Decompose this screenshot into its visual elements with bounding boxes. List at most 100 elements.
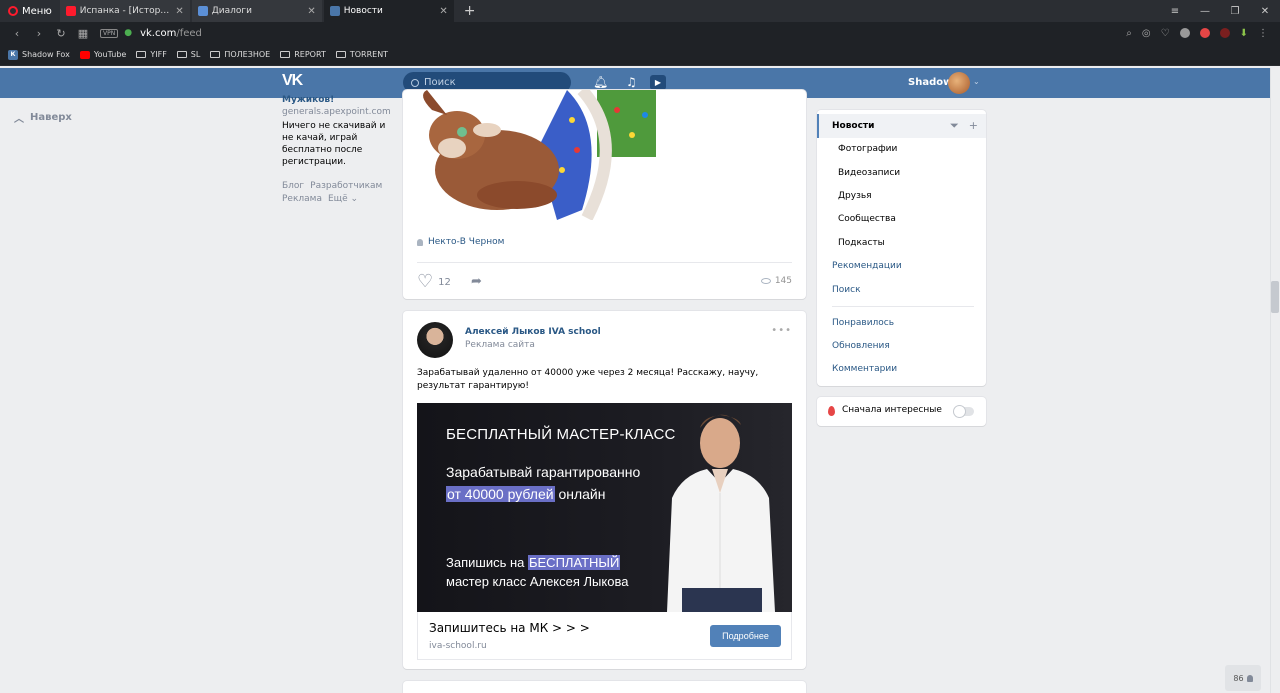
- vk-logo[interactable]: VK: [282, 72, 308, 94]
- interesting-first-toggle[interactable]: [954, 406, 974, 417]
- chevron-up-icon: ︿: [14, 114, 24, 125]
- post-author-link[interactable]: Некто-В Черном: [417, 237, 504, 247]
- bell-icon[interactable]: 🔔︎: [593, 75, 608, 89]
- tab-dialogs[interactable]: Диалоги ✕: [191, 0, 322, 22]
- menu-item-updates[interactable]: Обновления: [817, 334, 986, 358]
- speed-dial-icon[interactable]: ▦: [72, 27, 94, 40]
- menu-item-communities[interactable]: Сообщества: [817, 207, 986, 231]
- ad-title: Мужиков!: [282, 95, 335, 105]
- menu-dots-icon[interactable]: ⋮: [1258, 28, 1268, 39]
- banner-highlight: от 40000 рублей: [446, 486, 555, 502]
- bookmark-label: YouTube: [93, 50, 127, 59]
- vk-icon: К: [8, 49, 18, 60]
- post-image[interactable]: [417, 90, 656, 220]
- menu-item-videos[interactable]: Видеозаписи: [817, 161, 986, 185]
- download-icon[interactable]: ⬇: [1240, 28, 1248, 39]
- tab-news[interactable]: Новости ✕: [323, 0, 454, 22]
- search-icon[interactable]: ⌕: [1126, 28, 1132, 39]
- close-tab-icon[interactable]: ✕: [307, 6, 315, 17]
- restore-icon[interactable]: ❐: [1220, 6, 1250, 17]
- menu-item-recommendations[interactable]: Рекомендации: [817, 254, 986, 278]
- chevron-down-icon[interactable]: ⌄: [973, 77, 980, 86]
- search-input[interactable]: [424, 77, 554, 88]
- music-icon[interactable]: ♫: [626, 75, 637, 89]
- tab-title: Диалоги: [211, 6, 252, 16]
- menu-item-search[interactable]: Поиск: [817, 278, 986, 302]
- menu-item-podcasts[interactable]: Подкасты: [817, 231, 986, 255]
- add-icon[interactable]: +: [969, 114, 978, 138]
- shield-extension-icon[interactable]: [1219, 28, 1230, 38]
- bookmark-report[interactable]: REPORT: [280, 50, 326, 59]
- minimize-icon[interactable]: —: [1190, 6, 1220, 17]
- bookmark-heart-icon[interactable]: ♡: [1161, 28, 1170, 39]
- menu-item-photos[interactable]: Фотографии: [817, 137, 986, 161]
- bookmark-label: SL: [190, 50, 201, 59]
- avatar[interactable]: [948, 72, 970, 94]
- close-tab-icon[interactable]: ✕: [175, 6, 183, 17]
- new-tab-button[interactable]: +: [456, 3, 484, 19]
- menu-item-label: Новости: [832, 121, 875, 131]
- tab-history[interactable]: Испанка - [История Меди ✕: [59, 0, 190, 22]
- footer-links: Блог Разработчикам Реклама Ещё ⌄: [282, 180, 392, 206]
- bookmark-sl[interactable]: SL: [176, 50, 201, 59]
- youtube-favicon-icon: [65, 6, 76, 16]
- footer-more-link[interactable]: Ещё ⌄: [328, 194, 358, 204]
- extension-icon[interactable]: [1179, 28, 1190, 38]
- bookmark-yiff[interactable]: YIFF: [136, 50, 167, 59]
- like-button[interactable]: ♡ 12: [417, 273, 451, 291]
- page-scrollbar[interactable]: [1270, 68, 1280, 693]
- banner-highlight: БЕСПЛАТНЫЙ: [527, 555, 621, 570]
- footer-ads-link[interactable]: Реклама: [282, 194, 322, 204]
- ad-cta[interactable]: Запишитесь на МК > > > iva-school.ru Под…: [417, 612, 792, 660]
- bookmark-useful[interactable]: ПОЛЕЗНОЕ: [210, 50, 270, 59]
- camera-icon[interactable]: ◎: [1142, 28, 1151, 39]
- bookmark-youtube[interactable]: YouTube: [79, 50, 127, 59]
- menu-item-liked[interactable]: Понравилось: [817, 311, 986, 335]
- close-tab-icon[interactable]: ✕: [439, 6, 447, 17]
- bookmark-torrent[interactable]: TORRENT: [335, 50, 389, 59]
- bookmark-label: TORRENT: [349, 50, 389, 59]
- online-friends-widget[interactable]: 86: [1225, 665, 1261, 691]
- address-tools: ⌕ ◎ ♡ ⬇ ⋮: [1126, 22, 1268, 44]
- play-icon[interactable]: ▶: [650, 75, 666, 90]
- tab-menu-icon[interactable]: ≡: [1160, 6, 1190, 17]
- left-ad[interactable]: Мужиков! generals.apexpoint.com Ничего н…: [282, 95, 392, 168]
- url-field[interactable]: vk.com/feed: [140, 28, 202, 39]
- back-to-top-button[interactable]: ︿ Наверх: [14, 110, 72, 125]
- menu-item-news[interactable]: Новости ⏷ +: [817, 114, 986, 138]
- person-photo: [667, 414, 775, 612]
- footer-developers-link[interactable]: Разработчикам: [310, 181, 382, 191]
- banner-line4: мастер класс Алексея Лыкова: [446, 574, 629, 589]
- more-details-button[interactable]: Подробнее: [710, 625, 781, 647]
- reload-icon[interactable]: ↻: [50, 27, 72, 40]
- more-icon[interactable]: •••: [771, 325, 792, 336]
- footer-blog-link[interactable]: Блог: [282, 181, 304, 191]
- opera-extension-icon[interactable]: [1199, 28, 1210, 38]
- ad-text: Ничего не скачивай и не качай, играй бес…: [282, 121, 386, 167]
- post-subtitle: Реклама сайта: [465, 340, 535, 350]
- menu-item-friends[interactable]: Друзья: [817, 184, 986, 208]
- post-divider: [417, 262, 792, 263]
- interesting-first-toggle-card: Сначала интересные: [817, 397, 986, 426]
- filter-icon[interactable]: ⏷: [950, 114, 959, 138]
- vk-favicon-icon: [329, 6, 340, 16]
- share-icon[interactable]: ➦: [471, 274, 482, 289]
- tab-title: Новости: [343, 6, 383, 16]
- online-count: 86: [1233, 673, 1244, 683]
- opera-logo-icon: [8, 6, 18, 16]
- ad-banner[interactable]: БЕСПЛАТНЫЙ МАСТЕР-КЛАСС Зарабатывай гара…: [417, 403, 792, 612]
- scrollbar-thumb[interactable]: [1271, 281, 1279, 313]
- browser-menu-button[interactable]: Меню: [0, 0, 60, 22]
- banner-line3-pre: Запишись на: [446, 555, 528, 570]
- forward-icon[interactable]: ›: [28, 27, 50, 40]
- back-icon[interactable]: ‹: [6, 27, 28, 40]
- feed-post: Некто-В Черном ♡ 12 ➦ 145: [403, 90, 806, 299]
- vpn-badge[interactable]: VPN: [100, 28, 119, 38]
- person-icon: [1246, 674, 1253, 682]
- avatar[interactable]: [417, 322, 453, 358]
- post-author-name[interactable]: Алексей Лыков IVA school: [465, 327, 601, 337]
- close-window-icon[interactable]: ✕: [1250, 6, 1280, 17]
- menu-item-comments[interactable]: Комментарии: [817, 357, 986, 381]
- user-name[interactable]: Shadow: [908, 77, 952, 88]
- bookmark-shadow-fox[interactable]: К Shadow Fox: [8, 49, 70, 60]
